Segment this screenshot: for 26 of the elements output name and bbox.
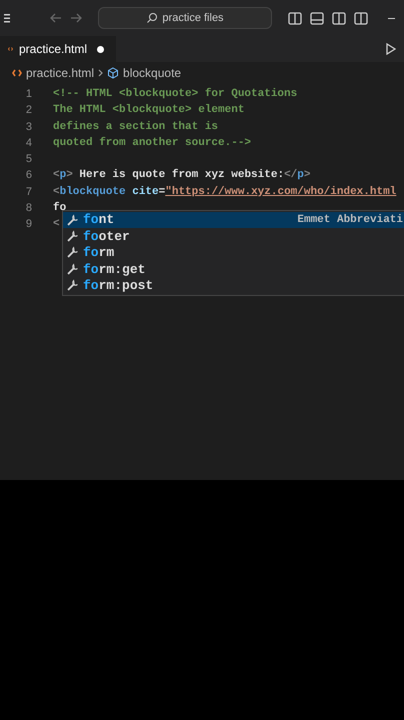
line-number: 2 — [24, 103, 32, 118]
line-number: 9 — [24, 217, 32, 232]
code-line: <!-- HTML <blockquote> for Quotations — [53, 86, 298, 102]
line-number: 1 — [24, 86, 32, 102]
line-number: 5 — [24, 152, 32, 168]
code-line: < — [53, 217, 60, 232]
suggestion-item[interactable]: form — [63, 244, 404, 262]
code-line: <blockquote cite="https://www.xyz.com/who/index.html — [53, 184, 396, 200]
suggestion-item[interactable]: font Emmet Abbreviati — [63, 212, 404, 228]
line-number: 6 — [24, 168, 32, 184]
code-line: The HTML <blockquote> element — [53, 103, 244, 118]
breadcrumb-item[interactable]: blockquote — [123, 64, 182, 82]
editor-tab[interactable]: practice.html — [0, 36, 116, 62]
search-field[interactable]: practice files — [98, 7, 272, 29]
suggestion-item[interactable]: form:post — [63, 278, 404, 294]
code-line: quoted from another source.--> — [53, 136, 252, 151]
line-number: 7 — [24, 184, 32, 200]
line-number: 3 — [24, 120, 32, 134]
breadcrumb-item[interactable]: practice.html — [26, 64, 94, 82]
code-line: <p> Here is quote from xyz website:</p> — [53, 168, 310, 184]
code-line: defines a section that is — [53, 120, 218, 134]
line-number: 4 — [24, 136, 32, 151]
suggestion-item[interactable]: form:get — [63, 261, 404, 278]
line-number: 8 — [24, 200, 32, 216]
suggestion-item[interactable]: footer — [63, 228, 404, 245]
suggestion-detail: Emmet Abbreviati — [297, 212, 403, 228]
